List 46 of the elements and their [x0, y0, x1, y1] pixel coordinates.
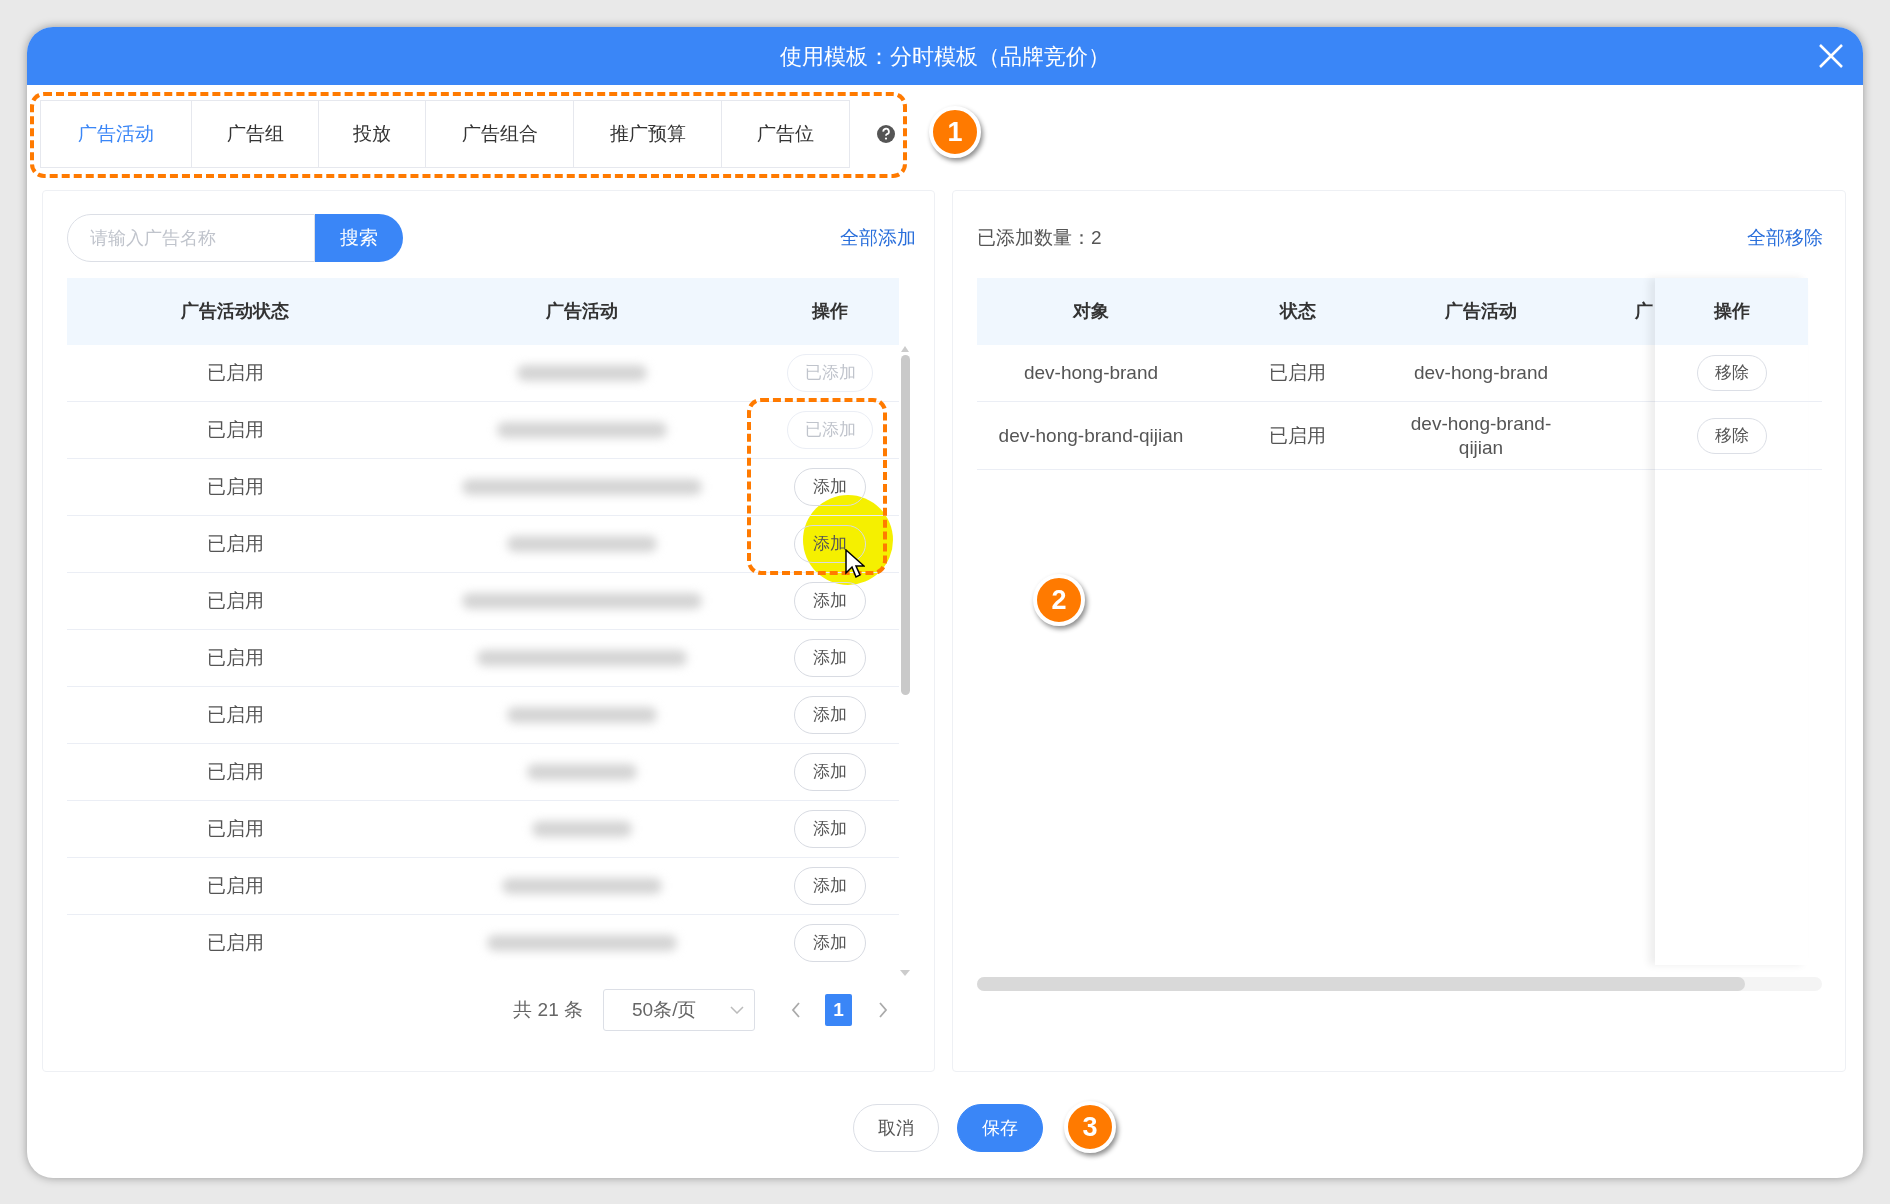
table-cell-text: 已启用 [206, 645, 264, 670]
save-button[interactable]: 保存 [957, 1104, 1043, 1152]
table-cell: dev-hong-brand-qijian [998, 423, 1184, 448]
table-cell: 已启用 [1269, 423, 1326, 448]
table-cell-text: 已启用 [206, 759, 264, 784]
page-button[interactable]: 1 [825, 994, 852, 1026]
next-page-icon[interactable] [878, 1002, 888, 1018]
scroll-up-icon[interactable] [900, 345, 910, 353]
table-cell-text: 已启用 [206, 930, 264, 955]
table-cell-text: 已启用 [206, 702, 264, 727]
table-cell-text: dev-hong-brand [1412, 361, 1550, 385]
cursor-icon [845, 549, 865, 579]
table-cell: dev-hong-brand [1023, 361, 1159, 385]
table-cell-text: 已启用 [206, 417, 264, 442]
previous-page-icon[interactable] [791, 1002, 801, 1018]
column-header: 广告活动 [546, 300, 618, 323]
column-header: 对象 [1073, 300, 1109, 323]
table-cell-text: 已启用 [206, 474, 264, 499]
total-count: 共 21 条 [513, 997, 583, 1022]
page-size-select[interactable]: 50条/页 [603, 989, 755, 1031]
remove-all-link[interactable]: 全部移除 [1747, 223, 1823, 253]
column-header: 状态 [1279, 300, 1316, 323]
search-button[interactable]: 搜索 [315, 214, 403, 262]
table-cell-text: dev-hong-brand-qijian [1409, 411, 1553, 460]
cancel-button[interactable]: 取消 [853, 1104, 939, 1152]
help-icon[interactable] [876, 124, 896, 144]
table-cell-text: 已启用 [206, 873, 264, 898]
column-header: 操作 [1713, 300, 1750, 323]
column-header: 广 [1635, 300, 1653, 323]
scroll-down-icon[interactable] [899, 969, 911, 977]
table-cell-text: 已启用 [206, 588, 264, 613]
table-cell-text: 已启用 [206, 816, 264, 841]
caret-icon [730, 1006, 744, 1014]
select-value: 50条/页 [632, 997, 697, 1022]
table-cell-text: 已启用 [206, 360, 264, 385]
column-header: 广告活动 [1445, 300, 1517, 323]
add-all-link[interactable]: 全部添加 [840, 223, 916, 253]
column-header: 广告活动状态 [181, 300, 289, 323]
close-icon [1818, 43, 1844, 69]
window-title: 使用模板：分时模板（品牌竞价） [780, 42, 1110, 71]
table-cell-text: 已启用 [206, 531, 264, 556]
added-count: 已添加数量：2 [977, 225, 1102, 250]
table-cell: 已启用 [1269, 361, 1326, 385]
horizontal-scrollbar[interactable] [977, 977, 1822, 991]
search-field[interactable]: 请输入广告名称 [67, 214, 315, 262]
column-header: 操作 [812, 300, 848, 323]
